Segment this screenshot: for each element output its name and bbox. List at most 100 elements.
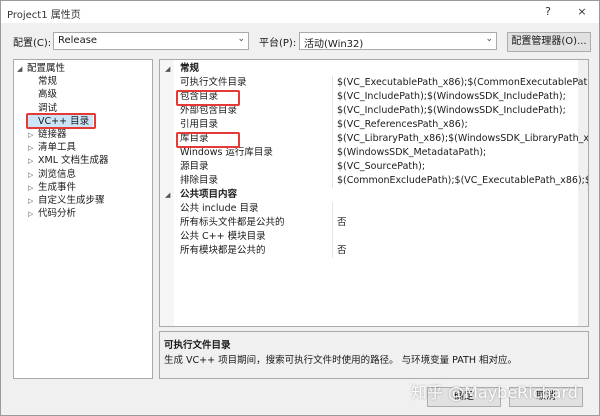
config-select[interactable]: Release ⌄ (53, 32, 249, 50)
property-name: 公共 C++ 模块目录 (180, 231, 266, 242)
property-name: 引用目录 (180, 119, 219, 130)
config-label: 配置(C): (13, 38, 52, 49)
property-value[interactable]: $(WindowsSDK_MetadataPath); (337, 146, 588, 160)
property-row[interactable]: 外部包含目录 $(VC_IncludePath);$(WindowsSDK_Inc… (174, 104, 588, 118)
property-value[interactable]: $(VC_IncludePath);$(WindowsSDK_IncludePa… (337, 90, 588, 104)
property-pages-window: Project1 属性页 ? × 配置(C): Release ⌄ 平台(P):… (0, 0, 600, 416)
expand-toggle-icon[interactable]: ◢ (17, 63, 27, 76)
tree-item-label: 清单工具 (38, 142, 77, 154)
property-row[interactable]: 公共 include 目录 (174, 202, 588, 216)
tree-item[interactable]: ▷ 代码分析 (28, 207, 80, 220)
highlight-box (26, 113, 96, 129)
title-bar: Project1 属性页 ? × (1, 1, 599, 23)
column-divider (332, 202, 333, 216)
highlight-box (176, 132, 240, 148)
tree-item[interactable]: ▷ 生成事件 (28, 181, 80, 194)
tree-item[interactable]: 常规 (28, 75, 61, 88)
expand-toggle-icon[interactable]: ▷ (28, 182, 38, 195)
platform-value: 活动(Win32) (304, 39, 364, 50)
tree-item-label: XML 文档生成器 (38, 155, 109, 167)
description-title: 可执行文件目录 (164, 340, 231, 351)
property-row[interactable]: Windows 运行库目录 $(WindowsSDK_MetadataPath); (174, 146, 588, 160)
tree-item-label: 链接器 (38, 129, 67, 140)
tree-item[interactable]: ▷ 链接器 (28, 128, 71, 141)
column-divider (332, 230, 333, 244)
property-name: 所有模块都是公共的 (180, 245, 266, 256)
property-name: 排除目录 (180, 175, 219, 186)
property-name: Windows 运行库目录 (180, 147, 273, 158)
column-divider (332, 90, 333, 104)
tree-item[interactable]: ▷ 浏览信息 (28, 168, 80, 181)
property-value[interactable]: 否 (337, 216, 588, 230)
platform-label: 平台(P): (259, 38, 297, 49)
property-name: 所有标头文件都是公共的 (180, 217, 285, 228)
highlight-box (176, 90, 240, 106)
platform-select[interactable]: 活动(Win32) ⌄ (299, 32, 497, 50)
property-name: 源目录 (180, 161, 209, 172)
category-label: 常规 (180, 63, 200, 74)
property-category[interactable]: ◢ 公共项目内容 (160, 188, 580, 202)
column-divider (332, 244, 333, 258)
tree-item-label: 配置属性 (27, 63, 66, 74)
column-divider (332, 216, 333, 230)
chevron-down-icon: ⌄ (237, 34, 245, 44)
property-name: 外部包含目录 (180, 105, 238, 116)
expand-toggle-icon[interactable]: ▷ (28, 129, 38, 142)
collapse-toggle-icon[interactable]: ◢ (165, 62, 170, 76)
column-divider (332, 132, 333, 146)
tree-item[interactable]: ▷ 自定义生成步骤 (28, 194, 109, 207)
property-value[interactable]: $(VC_ExecutablePath_x86);$(CommonExecuta… (337, 76, 588, 90)
property-value[interactable]: $(CommonExcludePath);$(VC_ExecutablePath… (337, 174, 588, 188)
config-manager-button[interactable]: 配置管理器(O)... (507, 32, 591, 52)
property-value[interactable]: $(VC_LibraryPath_x86);$(WindowsSDK_Libra… (337, 132, 588, 146)
window-title: Project1 属性页 (7, 10, 81, 21)
tree-item-label: 代码分析 (38, 208, 77, 220)
property-row[interactable]: 所有模块都是公共的 否 (174, 244, 588, 258)
column-divider (332, 146, 333, 160)
help-button[interactable]: ? (539, 4, 557, 20)
tree-item[interactable]: 高级 (28, 88, 61, 101)
tree-item[interactable]: ▷ XML 文档生成器 (28, 154, 113, 167)
description-text: 生成 VC++ 项目期间，搜索可执行文件时使用的路径。 与环境变量 PATH 相… (164, 355, 517, 366)
property-name: 可执行文件目录 (180, 77, 247, 88)
close-button[interactable]: × (573, 4, 591, 20)
expand-toggle-icon[interactable]: ▷ (28, 169, 38, 182)
collapse-toggle-icon[interactable]: ◢ (165, 188, 170, 202)
property-row[interactable]: 公共 C++ 模块目录 (174, 230, 588, 244)
watermark: 知乎 @MaybeRichard (411, 383, 578, 402)
column-divider (332, 118, 333, 132)
column-divider (332, 174, 333, 188)
expand-toggle-icon[interactable]: ▷ (28, 208, 38, 221)
property-value[interactable]: $(VC_SourcePath); (337, 160, 588, 174)
property-grid[interactable]: ◢ 常规可执行文件目录 $(VC_ExecutablePath_x86);$(Com… (159, 59, 589, 327)
property-row[interactable]: 源目录 $(VC_SourcePath); (174, 160, 588, 174)
config-value: Release (58, 35, 98, 46)
expand-toggle-icon[interactable]: ▷ (28, 155, 38, 168)
property-name: 公共 include 目录 (180, 203, 259, 214)
chevron-down-icon: ⌄ (485, 34, 493, 44)
property-category[interactable]: ◢ 常规 (160, 62, 580, 76)
tree-item-label: 生成事件 (38, 181, 77, 193)
property-value[interactable]: $(VC_ReferencesPath_x86); (337, 118, 588, 132)
description-panel: 可执行文件目录 生成 VC++ 项目期间，搜索可执行文件时使用的路径。 与环境变… (159, 331, 589, 379)
tree-item[interactable]: ▷ 清单工具 (28, 141, 80, 154)
property-row[interactable]: 可执行文件目录 $(VC_ExecutablePath_x86);$(Common… (174, 76, 588, 90)
category-label: 公共项目内容 (180, 189, 238, 200)
expand-toggle-icon[interactable]: ▷ (28, 142, 38, 155)
tree-item-label: 自定义生成步骤 (38, 195, 105, 206)
config-tree[interactable]: ◢ 配置属性 常规 高级 调试 VC++ 目录 ▷ 链接器 ▷ 清单工具 ▷ XML 文档生成器 ▷ 浏览… (13, 59, 153, 379)
tree-item[interactable]: ◢ 配置属性 (17, 62, 69, 75)
column-divider (332, 104, 333, 118)
property-row[interactable]: 排除目录 $(CommonExcludePath);$(VC_Executable… (174, 174, 588, 188)
column-divider (332, 160, 333, 174)
expand-toggle-icon[interactable]: ▷ (28, 195, 38, 208)
tree-item-label: 调试 (38, 102, 58, 114)
tree-item-label: 常规 (38, 76, 58, 88)
tree-item-label: 高级 (38, 89, 58, 101)
tree-item-label: 浏览信息 (38, 168, 77, 180)
property-value[interactable]: 否 (337, 244, 588, 258)
column-divider (332, 76, 333, 90)
property-row[interactable]: 引用目录 $(VC_ReferencesPath_x86); (174, 118, 588, 132)
property-value[interactable]: $(VC_IncludePath);$(WindowsSDK_IncludePa… (337, 104, 588, 118)
property-row[interactable]: 所有标头文件都是公共的 否 (174, 216, 588, 230)
